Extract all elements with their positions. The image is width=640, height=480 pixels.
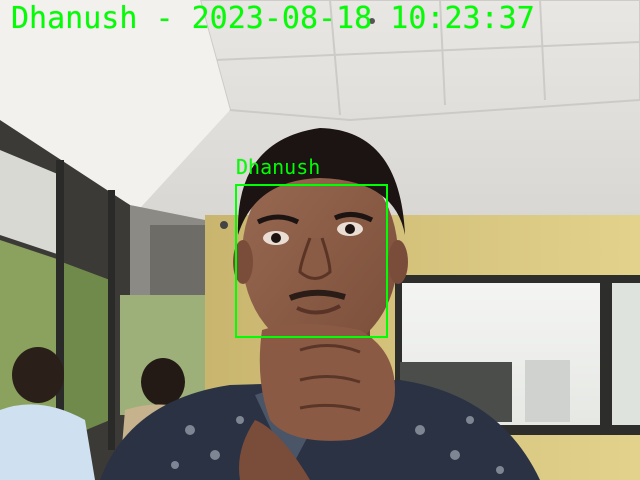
caption-text: Dhanush - 2023-08-18 10:23:37 [11,1,535,36]
face-detection-box [235,184,388,338]
webcam-frame: Dhanush - 2023-08-18 10:23:37 Dhanush [0,0,640,480]
face-label: Dhanush [236,155,321,179]
